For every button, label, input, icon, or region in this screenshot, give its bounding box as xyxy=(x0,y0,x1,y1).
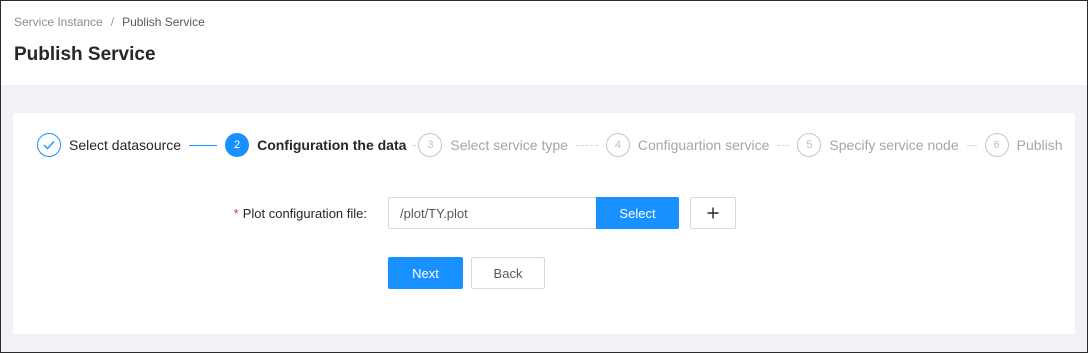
step-6-label: Publish xyxy=(1016,137,1063,153)
page-header: Service Instance / Publish Service Publi… xyxy=(1,1,1087,85)
step-2-label: Configuration the data xyxy=(257,137,407,153)
step-3-label: Select service type xyxy=(450,137,568,153)
steps-bar: Select datasource 2 Configuration the da… xyxy=(37,133,1067,157)
breadcrumb-separator: / xyxy=(110,15,115,29)
step-1: Select datasource xyxy=(37,133,181,157)
breadcrumb: Service Instance / Publish Service xyxy=(14,15,205,29)
step-5: 5 Specify service node xyxy=(797,133,959,157)
app-frame: Service Instance / Publish Service Publi… xyxy=(0,0,1088,353)
step-4-number: 4 xyxy=(605,133,630,157)
plot-config-row: *Plot configuration file: Select xyxy=(13,197,1075,231)
breadcrumb-current: Publish Service xyxy=(122,15,205,29)
check-icon xyxy=(37,133,61,157)
step-connector xyxy=(966,144,977,146)
step-6: 6 Publish xyxy=(984,133,1063,157)
plus-icon xyxy=(707,207,719,219)
step-connector xyxy=(189,144,218,146)
next-button[interactable]: Next xyxy=(388,257,463,289)
step-5-label: Specify service node xyxy=(829,137,959,153)
step-connector xyxy=(575,144,598,146)
step-5-number: 5 xyxy=(797,133,822,157)
step-connector xyxy=(777,144,790,146)
plot-config-input[interactable] xyxy=(388,197,597,229)
select-button[interactable]: Select xyxy=(596,197,679,229)
back-button[interactable]: Back xyxy=(471,257,545,289)
step-1-label: Select datasource xyxy=(69,137,182,153)
step-2: 2 Configuration the data xyxy=(225,133,406,157)
plot-config-label-text: Plot configuration file: xyxy=(242,206,367,221)
step-4: 4 Configuartion service xyxy=(605,133,770,157)
content-card: Select datasource 2 Configuration the da… xyxy=(13,113,1075,334)
step-connector xyxy=(412,144,417,146)
page-title: Publish Service xyxy=(14,44,156,65)
step-6-number: 6 xyxy=(984,133,1009,157)
step-4-label: Configuartion service xyxy=(637,137,770,153)
required-mark: * xyxy=(233,206,239,221)
step-2-number: 2 xyxy=(225,133,250,157)
step-3-number: 3 xyxy=(418,133,443,157)
plot-config-label: * Plot configuration file: xyxy=(234,206,367,221)
add-button[interactable] xyxy=(690,197,736,229)
step-3: 3 Select service type xyxy=(418,133,568,157)
breadcrumb-link-service-instance[interactable]: Service Instance xyxy=(14,15,103,29)
